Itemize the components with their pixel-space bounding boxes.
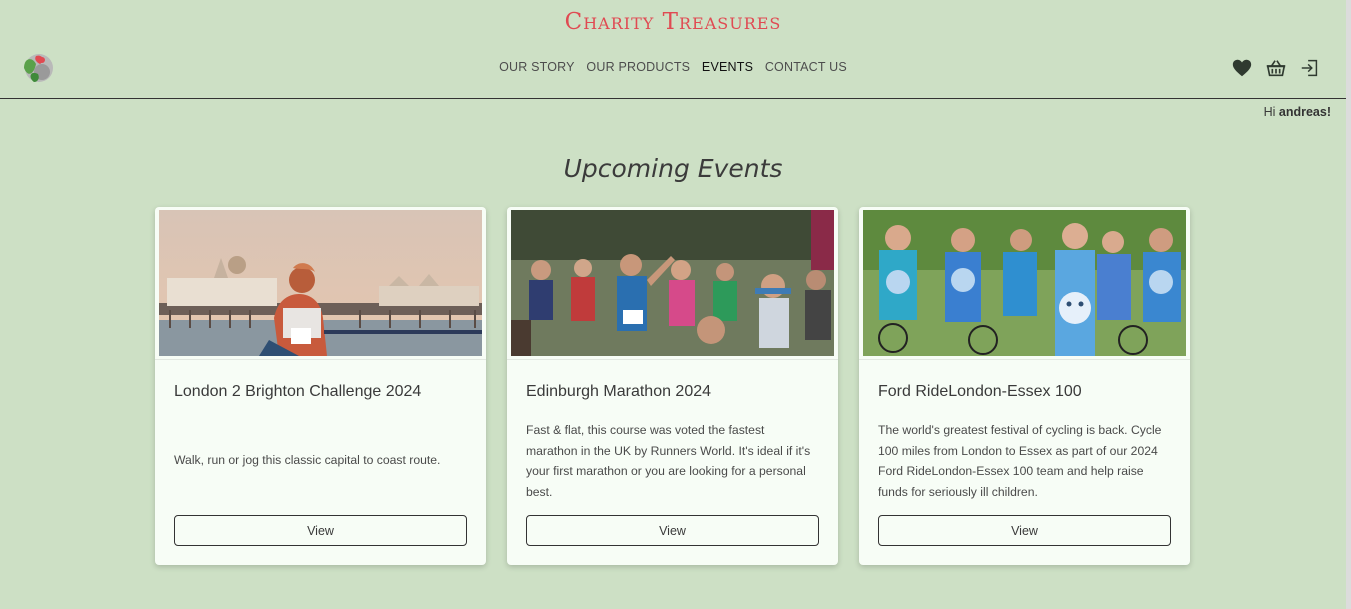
event-image-edinburgh[interactable] <box>511 210 834 356</box>
main-nav: OUR STORY OUR PRODUCTS EVENTS CONTACT US <box>0 60 1346 74</box>
greeting-username: andreas! <box>1278 105 1331 119</box>
scrollbar[interactable] <box>1346 0 1351 609</box>
heart-icon[interactable] <box>1231 57 1253 79</box>
nav-item-events[interactable]: EVENTS <box>702 60 753 74</box>
event-card: Ford RideLondon-Essex 100 The world's gr… <box>859 207 1190 565</box>
view-event-button[interactable]: View <box>878 515 1171 546</box>
header-divider <box>0 98 1346 99</box>
events-list: London 2 Brighton Challenge 2024 Walk, r… <box>155 207 1190 565</box>
nav-item-our-products[interactable]: OUR PRODUCTS <box>586 60 690 74</box>
event-title: Ford RideLondon-Essex 100 <box>878 383 1082 400</box>
greeting-prefix: Hi <box>1263 105 1279 119</box>
page-title: Upcoming Events <box>563 154 783 183</box>
basket-icon[interactable] <box>1265 57 1287 79</box>
view-event-button[interactable]: View <box>526 515 819 546</box>
header-actions <box>1231 57 1321 79</box>
card-divider <box>859 359 1190 360</box>
event-card: London 2 Brighton Challenge 2024 Walk, r… <box>155 207 486 565</box>
view-event-button[interactable]: View <box>174 515 467 546</box>
event-image-brighton[interactable] <box>159 210 482 356</box>
event-title: London 2 Brighton Challenge 2024 <box>174 383 422 400</box>
site-title[interactable]: Charity Treasures <box>0 9 1346 35</box>
event-description: Fast & flat, this course was voted the f… <box>526 423 811 499</box>
card-divider <box>507 359 838 360</box>
event-card: Edinburgh Marathon 2024 Fast & flat, thi… <box>507 207 838 565</box>
event-image-ridelondon[interactable] <box>863 210 1186 356</box>
event-description: The world's greatest festival of cycling… <box>878 423 1162 499</box>
nav-item-contact-us[interactable]: CONTACT US <box>765 60 847 74</box>
nav-item-our-story[interactable]: OUR STORY <box>499 60 575 74</box>
event-description: Walk, run or jog this classic capital to… <box>174 453 441 467</box>
user-greeting: Hi andreas! <box>1264 105 1331 119</box>
card-divider <box>155 359 486 360</box>
login-icon[interactable] <box>1299 57 1321 79</box>
event-title: Edinburgh Marathon 2024 <box>526 383 712 400</box>
